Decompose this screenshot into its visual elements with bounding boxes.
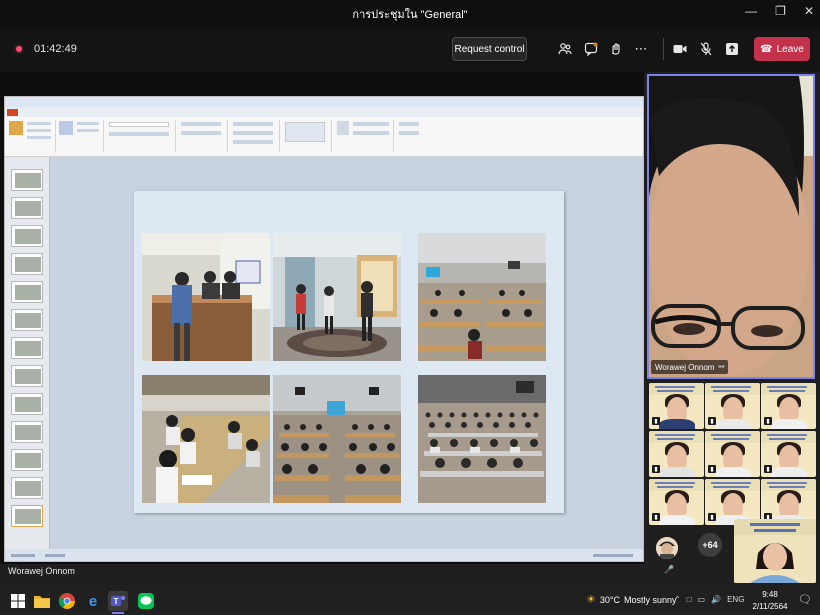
reactions-icon[interactable] <box>608 41 624 57</box>
mic-muted-icon: ▮ <box>708 513 716 521</box>
chrome-icon[interactable] <box>57 591 77 611</box>
presenter-video[interactable] <box>647 74 815 379</box>
input-language[interactable]: ENG <box>727 595 744 604</box>
leave-button[interactable]: ☎ Leave <box>754 37 810 61</box>
slide-thumbnail[interactable] <box>11 337 43 359</box>
volume-icon[interactable]: 🔊 <box>711 595 721 604</box>
window-title: การประชุมใน "General" <box>352 9 468 21</box>
participant-tile[interactable]: ▮ <box>649 431 704 477</box>
weather-condition: Mostly sunny <box>623 594 677 605</box>
avatar-mic-icon: 🎤 <box>664 565 674 574</box>
participant-tile[interactable]: ▮ <box>761 383 816 429</box>
mic-muted-icon: ▮ <box>764 465 772 473</box>
slide-thumbnail[interactable] <box>11 449 43 471</box>
weather-temperature: 30°C <box>599 594 620 605</box>
ppt-slide-thumbnails[interactable] <box>5 157 50 549</box>
windows-start-icon[interactable] <box>8 591 28 611</box>
participant-tile[interactable]: ▮ <box>761 431 816 477</box>
mic-muted-icon: ▮ <box>652 513 660 521</box>
slide-photo-hall-1 <box>418 233 546 361</box>
pin-icon: ⚯ <box>718 364 725 371</box>
taskbar-time: 9:48 <box>762 590 778 599</box>
participant-tile[interactable]: ▮ <box>649 479 704 525</box>
slide-thumbnail[interactable] <box>11 309 43 331</box>
ppt-zoom-slider[interactable] <box>593 553 633 557</box>
edge-icon[interactable]: e <box>83 591 103 611</box>
slide-thumbnail[interactable] <box>11 225 43 247</box>
taskbar-date: 2/11/2564 <box>752 602 788 611</box>
ppt-title-bar <box>5 97 643 107</box>
minimize-icon[interactable]: — <box>745 4 757 18</box>
mic-muted-icon: ▮ <box>764 417 772 425</box>
camera-icon[interactable] <box>672 41 688 57</box>
slide-thumbnail[interactable] <box>11 421 43 443</box>
file-explorer-icon[interactable] <box>32 591 52 611</box>
close-icon[interactable]: ✕ <box>804 4 814 18</box>
slide-thumbnail[interactable] <box>11 365 43 387</box>
slide-thumbnail[interactable] <box>11 197 43 219</box>
self-view-video[interactable] <box>734 519 816 583</box>
presenter-name-label: Worawej Onnom <box>8 566 75 576</box>
mic-muted-icon: ▮ <box>652 417 660 425</box>
sun-icon: ☀ <box>586 594 596 606</box>
phone-hangup-icon: ☎ <box>760 43 773 55</box>
window-title-bar: การประชุมใน "General" — ❐ ✕ <box>0 0 820 28</box>
mic-muted-icon: ▮ <box>652 465 660 473</box>
chat-icon[interactable] <box>583 41 599 57</box>
share-screen-icon[interactable] <box>724 41 740 57</box>
chevron-up-icon[interactable]: ⌃ <box>674 595 681 604</box>
participant-tile[interactable]: ▮ <box>705 431 760 477</box>
participant-tile[interactable]: ▮ <box>649 383 704 429</box>
ppt-file-tab[interactable] <box>7 108 18 116</box>
battery-icon[interactable]: ▭ <box>698 595 706 604</box>
participant-tile[interactable]: ▮ <box>705 383 760 429</box>
slide-thumbnail[interactable] <box>11 169 43 191</box>
slide-thumbnail[interactable] <box>11 253 43 275</box>
ppt-status-block <box>11 553 35 557</box>
more-participants-button[interactable]: +64 <box>698 533 722 557</box>
slide-thumbnail[interactable] <box>11 393 43 415</box>
request-control-button[interactable]: Request control <box>452 37 527 61</box>
presenter-video-name: Worawej Onnom ⚯ <box>651 360 729 374</box>
slide-photo-exam-desks <box>142 375 270 503</box>
teams-icon[interactable]: T <box>108 591 128 611</box>
slide-photo-hall-2 <box>273 375 401 503</box>
meeting-timer: 01:42:49 <box>34 43 77 55</box>
ppt-status-block <box>45 553 65 557</box>
ppt-slide-canvas <box>50 157 643 549</box>
meeting-toolbar <box>0 28 820 72</box>
ppt-ribbon[interactable] <box>5 117 643 157</box>
slide-thumbnail-selected[interactable] <box>11 505 43 527</box>
slide-photo-lobby <box>273 233 401 361</box>
participant-avatar[interactable] <box>656 537 678 559</box>
leave-label: Leave <box>776 43 804 55</box>
people-icon[interactable] <box>557 41 573 57</box>
ppt-status-bar <box>5 549 643 561</box>
system-tray[interactable]: ⌃ □ ▭ 🔊 ENG <box>674 595 744 604</box>
taskbar-clock[interactable]: 9:48 2/11/2564 <box>750 589 790 613</box>
more-options-icon[interactable]: ⋯ <box>633 41 649 57</box>
slide-photo-counter <box>142 233 270 361</box>
microphone-muted-icon[interactable] <box>698 41 714 57</box>
presenter-video-name-text: Worawej Onnom <box>655 362 715 372</box>
window-controls: — ❐ ✕ <box>745 4 814 18</box>
mic-muted-icon: ▮ <box>708 465 716 473</box>
active-app-indicator <box>112 612 124 614</box>
toolbar-divider <box>663 38 664 60</box>
slide-thumbnail[interactable] <box>11 477 43 499</box>
slide <box>134 191 564 513</box>
mic-muted-icon: ▮ <box>708 417 716 425</box>
maximize-icon[interactable]: ❐ <box>775 4 786 18</box>
notifications-icon[interactable]: 🗨 <box>798 593 812 607</box>
slide-photo-hall-3 <box>418 375 546 503</box>
network-icon[interactable]: □ <box>687 595 692 604</box>
powerpoint-window[interactable] <box>4 96 644 562</box>
recording-icon <box>14 44 24 54</box>
line-app-icon[interactable] <box>136 591 156 611</box>
ppt-ribbon-tabs[interactable] <box>5 107 643 117</box>
slide-thumbnail[interactable] <box>11 281 43 303</box>
weather-widget[interactable]: ☀ 30°C Mostly sunny <box>586 593 677 606</box>
svg-text:T: T <box>114 597 119 606</box>
